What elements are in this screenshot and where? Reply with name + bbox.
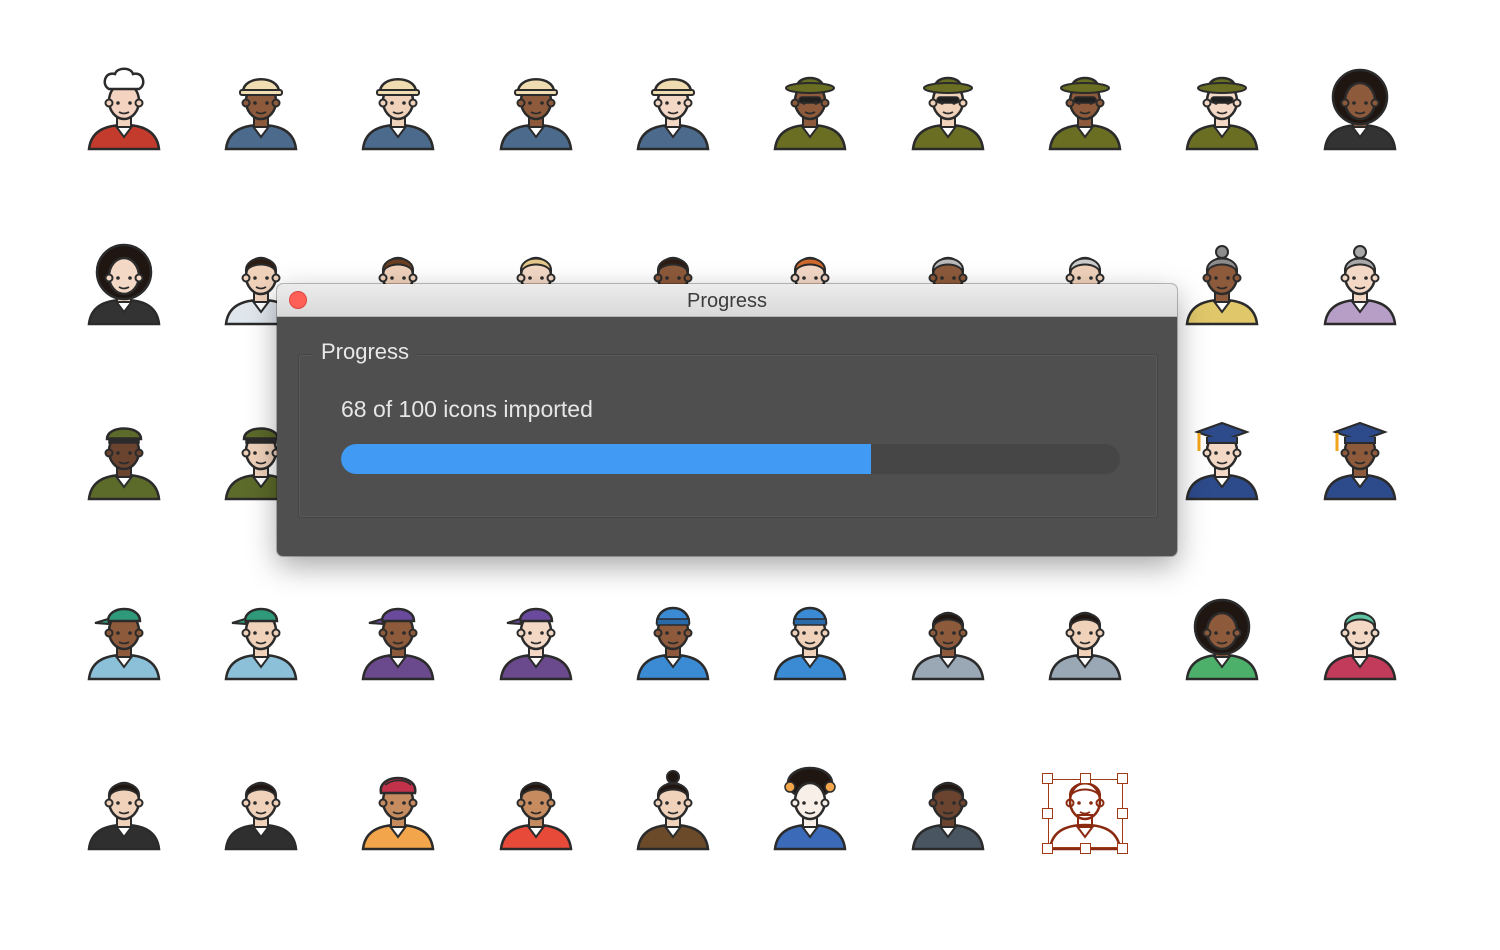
chef-woman-avatar-icon xyxy=(87,67,161,151)
progress-group-label: Progress xyxy=(313,339,418,365)
green-hair-woman-avatar-icon xyxy=(1323,611,1397,681)
detective-woman-dark-avatar-icon xyxy=(1048,76,1122,151)
military-officer-dark-avatar-icon xyxy=(87,427,161,501)
grandma-dark-avatar-icon xyxy=(1185,245,1259,326)
man-glasses-dark-avatar-icon xyxy=(911,781,985,851)
selection-handle-top-left[interactable] xyxy=(1042,773,1053,784)
purple-cap-woman-light-avatar-icon xyxy=(499,607,573,681)
progress-group-box xyxy=(298,354,1158,518)
construction-worker-woman-light-avatar-icon xyxy=(636,78,710,151)
purple-cap-woman-dark-avatar[interactable] xyxy=(353,595,443,685)
afro-woman-light-avatar-icon xyxy=(87,243,161,326)
selection-handle-bottom-left[interactable] xyxy=(1042,843,1053,854)
green-hair-woman-avatar[interactable] xyxy=(1315,595,1405,685)
purple-cap-woman-dark-avatar-icon xyxy=(361,607,435,681)
grandma-dark-avatar[interactable] xyxy=(1177,240,1267,330)
purple-cap-woman-light-avatar[interactable] xyxy=(491,595,581,685)
detective-woman-dark-avatar[interactable] xyxy=(1040,65,1130,155)
hipster-man-dark-hair-avatar[interactable] xyxy=(79,765,169,855)
selection-handle-top-middle[interactable] xyxy=(1080,773,1091,784)
sikh-man-avatar-icon xyxy=(361,776,435,851)
man-glasses-dark-avatar[interactable] xyxy=(903,765,993,855)
beanie-man-dark-avatar[interactable] xyxy=(628,595,718,685)
indian-woman-avatar-icon xyxy=(499,781,573,851)
construction-worker-dark-avatar[interactable] xyxy=(216,65,306,155)
indian-woman-avatar[interactable] xyxy=(491,765,581,855)
afro-man-scarf-avatar[interactable] xyxy=(1177,595,1267,685)
geisha-woman-avatar[interactable] xyxy=(765,765,855,855)
samurai-man-avatar[interactable] xyxy=(628,765,718,855)
graduate-woman-dark-avatar-icon xyxy=(1323,421,1397,501)
hipster-man-beard-avatar[interactable] xyxy=(216,765,306,855)
hipster-man-beard-avatar-icon xyxy=(224,781,298,851)
selection-handle-middle-left[interactable] xyxy=(1042,808,1053,819)
bearded-man-dark-avatar-icon xyxy=(911,611,985,681)
samurai-man-avatar-icon xyxy=(636,770,710,851)
detective-dark-avatar[interactable] xyxy=(765,65,855,155)
construction-worker-woman-dark-avatar-icon xyxy=(499,78,573,151)
construction-worker-woman-light-avatar[interactable] xyxy=(628,65,718,155)
sikh-man-avatar[interactable] xyxy=(353,765,443,855)
selection-handle-middle-right[interactable] xyxy=(1117,808,1128,819)
selection-bounding-box[interactable] xyxy=(1048,779,1123,848)
artboard-canvas[interactable]: Progress Progress 68 of 100 icons import… xyxy=(0,0,1500,950)
dialog-title: Progress xyxy=(686,290,768,312)
hipster-cap-light-avatar[interactable] xyxy=(216,595,306,685)
afro-woman-dark-avatar[interactable] xyxy=(1315,65,1405,155)
selection-handle-top-right[interactable] xyxy=(1117,773,1128,784)
afro-woman-dark-avatar-icon xyxy=(1323,68,1397,151)
progress-bar-fill xyxy=(341,444,871,474)
bearded-man-light-avatar-icon xyxy=(1048,611,1122,681)
military-officer-dark-avatar[interactable] xyxy=(79,415,169,505)
dialog-titlebar[interactable]: Progress xyxy=(277,284,1177,317)
detective-woman-light-avatar[interactable] xyxy=(1177,65,1267,155)
hipster-cap-light-avatar-icon xyxy=(224,607,298,681)
progress-status-text: 68 of 100 icons imported xyxy=(341,396,593,422)
selection-handle-bottom-right[interactable] xyxy=(1117,843,1128,854)
hipster-man-dark-hair-avatar-icon xyxy=(87,781,161,851)
detective-light-avatar[interactable] xyxy=(903,65,993,155)
hipster-cap-dark-avatar[interactable] xyxy=(79,595,169,685)
detective-light-avatar-icon xyxy=(911,76,985,151)
bearded-man-dark-avatar[interactable] xyxy=(903,595,993,685)
beanie-man-light-avatar[interactable] xyxy=(765,595,855,685)
chef-woman-avatar[interactable] xyxy=(79,65,169,155)
bearded-man-light-avatar[interactable] xyxy=(1040,595,1130,685)
construction-worker-light-avatar[interactable] xyxy=(353,65,443,155)
beanie-man-dark-avatar-icon xyxy=(636,606,710,681)
detective-woman-light-avatar-icon xyxy=(1185,76,1259,151)
detective-dark-avatar-icon xyxy=(773,76,847,151)
construction-worker-dark-avatar-icon xyxy=(224,78,298,151)
geisha-woman-avatar-icon xyxy=(773,766,847,851)
hipster-cap-dark-avatar-icon xyxy=(87,607,161,681)
selection-handle-bottom-middle[interactable] xyxy=(1080,843,1091,854)
progress-bar xyxy=(341,444,1120,474)
grandma-light-avatar-icon xyxy=(1323,245,1397,326)
graduate-woman-light-avatar[interactable] xyxy=(1177,415,1267,505)
graduate-woman-dark-avatar[interactable] xyxy=(1315,415,1405,505)
progress-dialog: Progress Progress 68 of 100 icons import… xyxy=(277,284,1177,556)
grandma-light-avatar[interactable] xyxy=(1315,240,1405,330)
construction-worker-light-avatar-icon xyxy=(361,78,435,151)
beanie-man-light-avatar-icon xyxy=(773,606,847,681)
afro-woman-light-avatar[interactable] xyxy=(79,240,169,330)
graduate-woman-light-avatar-icon xyxy=(1185,421,1259,501)
construction-worker-woman-dark-avatar[interactable] xyxy=(491,65,581,155)
afro-man-scarf-avatar-icon xyxy=(1185,598,1259,681)
